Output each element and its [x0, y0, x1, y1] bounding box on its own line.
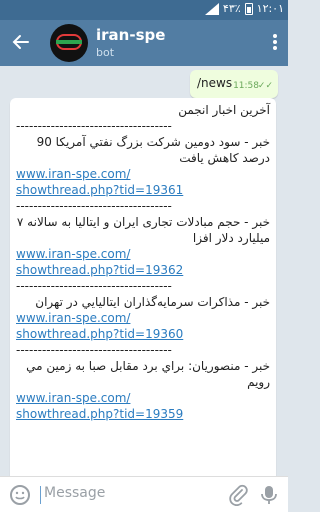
news-text: خبر - مذاکرات سرمایه‌گذاران ایتالیایي در…	[35, 295, 270, 309]
message-input[interactable]: Message	[44, 485, 105, 501]
separator-line: ------------------------------------	[16, 119, 172, 133]
outgoing-message[interactable]: /news 11:58 ✓✓	[190, 70, 278, 98]
battery-percent: ۴۳٪	[222, 2, 241, 15]
news-link[interactable]: www.iran-spe.com/showthread.php?tid=1936…	[16, 166, 270, 198]
news-text: خبر - سود دومین شرکت بزرگ نفتي آمریکا 90…	[36, 135, 270, 165]
avatar[interactable]	[50, 24, 88, 62]
emoji-icon[interactable]	[8, 483, 32, 507]
message-time: 11:58	[233, 81, 259, 91]
arrow-left-icon[interactable]	[10, 31, 32, 53]
news-link[interactable]: www.iran-spe.com/showthread.php?tid=1935…	[16, 390, 270, 422]
status-time: ۱۲:۰۱	[256, 2, 284, 15]
message-input-bar: Message	[0, 476, 288, 512]
signal-icon	[204, 2, 219, 15]
message-list[interactable]: /news 11:58 ✓✓ آخرین اخبار انجمن --------…	[0, 66, 288, 476]
news-text: آخرین اخبار انجمن	[178, 103, 270, 117]
double-check-icon: ✓✓	[257, 81, 273, 91]
incoming-content: آخرین اخبار انجمن -----------------------…	[16, 102, 270, 422]
news-link[interactable]: www.iran-spe.com/showthread.php?tid=1936…	[16, 310, 270, 342]
chat-subtitle: bot	[96, 46, 115, 59]
status-icons: ۴۳٪ ۱۲:۰۱	[204, 2, 284, 15]
more-vert-icon[interactable]	[272, 32, 278, 54]
status-bar: ۴۳٪ ۱۲:۰۱	[0, 0, 288, 20]
news-text: خبر - منصوریان: براي برد مقابل صبا به زم…	[26, 359, 270, 389]
logo-icon	[56, 34, 82, 50]
chat-header: iran-spe bot	[0, 20, 288, 66]
microphone-icon[interactable]	[260, 484, 278, 506]
chat-title[interactable]: iran-spe	[96, 26, 165, 44]
news-text: خبر - حجم مبادلات تجاری ایران و ایتالیا …	[16, 215, 270, 245]
separator-line: ------------------------------------	[16, 279, 172, 293]
incoming-message[interactable]: آخرین اخبار انجمن -----------------------…	[10, 98, 276, 476]
outgoing-text: /news	[197, 76, 233, 90]
separator-line: ------------------------------------	[16, 199, 172, 213]
news-link[interactable]: www.iran-spe.com/showthread.php?tid=1936…	[16, 246, 270, 278]
text-caret	[40, 486, 41, 504]
separator-line: ------------------------------------	[16, 343, 172, 357]
battery-icon	[244, 2, 253, 15]
paperclip-icon[interactable]	[228, 484, 248, 507]
